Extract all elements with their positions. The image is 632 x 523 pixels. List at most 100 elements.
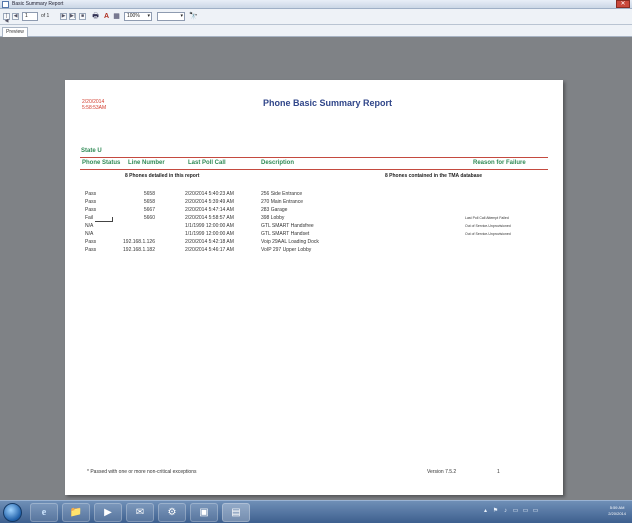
row-status: Pass [85,239,97,245]
search-text-input[interactable]: ▾ [157,12,185,21]
row-description: 256 Side Entrance [261,191,303,197]
row-poll: 2/20/2014 5:42:18 AM [185,239,234,245]
report-title: Phone Basic Summary Report [263,98,393,108]
row-status: Pass [85,207,97,213]
header-rule-bottom [80,169,548,170]
report-date-line2: 5:58:53AM [82,105,107,111]
network-app-icon[interactable]: ▣ [190,503,218,522]
mail-icon[interactable]: ✉ [126,503,154,522]
page-layout-icon[interactable]: ▦ [112,12,121,21]
header-rule-top [80,157,548,158]
row-line: 5658 [143,191,155,197]
row-status: Pass [85,191,97,197]
row-description: 398 Lobby [261,215,285,221]
tray-app-icon[interactable]: ▭ [522,508,529,515]
row-poll: 2/20/2014 5:47:14 AM [185,207,234,213]
row-status: Pass [85,199,97,205]
footer-note: * Passed with one or more non-critical e… [87,469,197,475]
page-number-input[interactable]: 1 [22,12,38,21]
network-icon[interactable]: ▭ [512,508,519,515]
row-line: 192.168.1.126 [123,239,155,245]
tab-strip: Preview [0,25,632,37]
row-status: Pass [85,247,97,253]
table-row: N/A 1/1/1999 12:00:00 AM GTL SMART Hands… [65,231,563,239]
zoom-select[interactable]: 100% ▾ [124,12,152,21]
close-button[interactable]: ✕ [616,0,630,8]
preview-area[interactable]: 2/20/2014 5:58:53AM Phone Basic Summary … [0,37,632,500]
prev-page-button[interactable]: ◀ [12,13,19,20]
settings-icon[interactable]: ⚙ [158,503,186,522]
start-button[interactable] [3,503,22,522]
stop-button[interactable]: ■ [79,13,86,20]
footer-page-number: 1 [497,469,500,475]
row-line: 5658 [143,199,155,205]
row-poll: 1/1/1999 12:00:00 AM [185,231,234,237]
row-poll: 2/20/2014 5:58:57 AM [185,215,234,221]
row-poll: 1/1/1999 12:00:00 AM [185,223,234,229]
report-toolbar: |◀ ◀ 1 of 1 ▶ ▶| ■ 🖶 A ▦ 100% ▾ ▾ 🔭 [0,9,632,25]
row-description: GTL SMART Handsfree [261,223,314,229]
report-app-icon[interactable]: ▤ [222,503,250,522]
clock-date: 2/20/2014 [608,511,626,516]
row-poll: 2/20/2014 5:39:49 AM [185,199,234,205]
binoculars-icon[interactable]: 🔭 [189,12,198,21]
tray-expand-icon[interactable]: ▴ [482,508,489,515]
title-bar: Basic Summary Report ✕ [0,0,632,9]
table-row: Pass 192.168.1.126 2/20/2014 5:42:18 AM … [65,239,563,247]
table-row: Pass 5658 2/20/2014 5:39:49 AM 270 Main … [65,199,563,207]
row-poll: 2/20/2014 5:40:23 AM [185,191,234,197]
row-status: N/A [85,223,94,229]
row-description: Voip 29AAL Loading Dock [261,239,319,245]
row-description: 270 Main Entrance [261,199,303,205]
last-page-button[interactable]: ▶| [69,13,76,20]
chevron-down-icon: ▾ [180,13,183,19]
media-player-icon[interactable]: ▶ [94,503,122,522]
col-header-line: Line Number [128,160,165,166]
first-page-button[interactable]: |◀ [3,13,10,24]
tray-app-icon[interactable]: ▭ [532,508,539,515]
row-line: 192.168.1.182 [123,247,155,253]
col-header-status: Phone Status [82,160,121,166]
report-date: 2/20/2014 5:58:53AM [82,99,106,111]
row-reason: Out of Service-Unprovisioned [465,232,511,236]
system-tray: ▴ ⚑ ♪ ▭ ▭ ▭ 5:59 AM 2/20/2014 [480,501,632,523]
flag-icon[interactable]: ⚑ [492,508,499,515]
tab-preview[interactable]: Preview [2,27,28,37]
row-description: VoIP 297 Upper Lobby [261,247,312,253]
summary-detailed: 8 Phones detailed in this report [125,173,200,179]
table-row: N/A 1/1/1999 12:00:00 AM GTL SMART Hands… [65,223,563,231]
row-reason: Last Poll Call Attempt Failed [465,216,509,220]
summary-database: 8 Phones contained in the TMA database [385,173,483,179]
clock[interactable]: 5:59 AM 2/20/2014 [608,505,626,517]
report-page: 2/20/2014 5:58:53AM Phone Basic Summary … [65,80,563,495]
row-reason: Out of Service-Unprovisioned [465,224,511,228]
row-line: 5667 [143,207,155,213]
row-status: N/A [85,231,94,237]
table-row: Pass 5658 2/20/2014 5:40:23 AM 256 Side … [65,191,563,199]
col-header-poll: Last Poll Call [188,160,226,166]
row-description: GTL SMART Handset [261,231,310,237]
col-header-description: Description [261,160,295,166]
volume-icon[interactable]: ♪ [502,508,509,515]
table-row: Pass 192.168.1.182 2/20/2014 5:46:17 AM … [65,247,563,255]
window-title: Basic Summary Report [12,1,64,7]
footer-version: Version 7.5.2 [427,469,457,475]
browser-icon[interactable]: e [30,503,58,522]
row-line: 5660 [143,215,155,221]
next-page-button[interactable]: ▶ [60,13,67,20]
col-header-reason: Reason for Failure [473,160,526,166]
row-description: 283 Garage [261,207,288,213]
export-icon[interactable]: A [102,12,111,21]
row-poll: 2/20/2014 5:46:17 AM [185,247,234,253]
chevron-down-icon: ▾ [147,13,150,19]
row-status: Fail [85,215,94,221]
table-row: Fail 5660 2/20/2014 5:58:57 AM 398 Lobby… [65,215,563,223]
state-label: State U [81,148,102,154]
app-icon [2,1,9,8]
folder-icon[interactable]: 📁 [62,503,90,522]
page-of-label: of 1 [41,13,50,19]
taskbar: e 📁 ▶ ✉ ⚙ ▣ ▤ ▴ ⚑ ♪ ▭ ▭ ▭ 5:59 AM 2/20/2… [0,500,632,523]
table-row: Pass 5667 2/20/2014 5:47:14 AM 283 Garag… [65,207,563,215]
fail-status-marker [95,217,113,222]
print-icon[interactable]: 🖶 [91,12,100,21]
